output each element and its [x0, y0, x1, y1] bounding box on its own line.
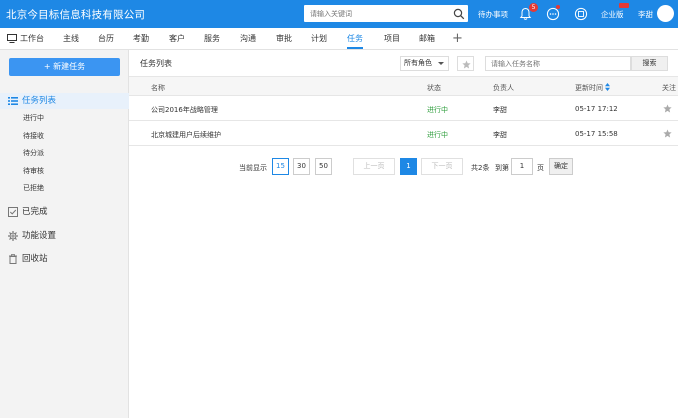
todo-link[interactable]: 待办事项 — [478, 9, 508, 20]
sidebar: + 新建任务 任务列表 进行中 待接收 待分派 待审核 已拒绝 已完成 功能设置… — [0, 50, 129, 418]
global-search-input[interactable] — [304, 5, 444, 22]
nav-item-project[interactable]: 项目 — [384, 28, 400, 49]
notification-badge: 5 — [529, 3, 538, 12]
sidebar-item-label: 已完成 — [22, 207, 48, 217]
checkbox-icon — [8, 207, 18, 217]
page-title: 任务列表 — [140, 59, 172, 68]
user-name[interactable]: 李甜 — [638, 9, 653, 20]
nav-item-mail[interactable]: 邮箱 — [419, 28, 435, 49]
goto-page-input[interactable]: 1 — [511, 158, 533, 175]
global-search[interactable] — [304, 5, 468, 22]
role-select-value: 所有角色 — [404, 59, 432, 67]
nav-item-approval[interactable]: 审批 — [276, 28, 292, 49]
list-icon — [8, 97, 18, 105]
main-content: 任务列表 所有角色 搜索 名称 状态 负责人 更新时间 关注 公司2016年战略… — [129, 50, 678, 418]
role-select[interactable]: 所有角色 — [400, 56, 449, 71]
search-icon[interactable] — [453, 8, 465, 20]
task-owner: 李甜 — [493, 131, 507, 139]
page-number-current[interactable]: 1 — [400, 158, 417, 175]
task-updated: 05-17 17:12 — [575, 105, 618, 113]
task-status: 进行中 — [427, 106, 448, 114]
goto-label: 到第 — [495, 164, 509, 172]
favorite-filter-button[interactable] — [457, 56, 474, 71]
col-updated[interactable]: 更新时间 — [575, 83, 603, 93]
col-name[interactable]: 名称 — [151, 83, 165, 93]
sidebar-item-label: 任务列表 — [22, 96, 57, 106]
sidebar-sub-pending-assign[interactable]: 待分派 — [23, 148, 44, 158]
sidebar-item-label: 回收站 — [22, 254, 48, 264]
new-tag — [619, 3, 629, 8]
col-status[interactable]: 状态 — [427, 83, 441, 93]
sidebar-sub-pending-accept[interactable]: 待接收 — [23, 131, 44, 141]
total-count: 共2条 — [471, 164, 490, 172]
top-bar: 北京今目标信息科技有限公司 待办事项 5 企业版 李甜 — [0, 0, 678, 28]
chat-unread-dot — [556, 5, 560, 9]
nav-item-task[interactable]: 任务 — [347, 28, 363, 49]
table-row[interactable]: 公司2016年战略管理 进行中 李甜 05-17 17:12 — [129, 97, 678, 121]
page-size-30[interactable]: 30 — [293, 158, 310, 175]
chevron-down-icon — [438, 62, 444, 65]
nav-item-attendance[interactable]: 考勤 — [133, 28, 149, 49]
col-follow[interactable]: 关注 — [662, 83, 676, 93]
sort-icon[interactable] — [605, 83, 610, 91]
page-size-label: 当前显示 — [239, 164, 267, 172]
nav-item-service[interactable]: 服务 — [204, 28, 220, 49]
desktop-icon — [7, 34, 17, 43]
sidebar-item-label: 功能设置 — [22, 231, 57, 241]
page-size-15[interactable]: 15 — [272, 158, 289, 175]
task-name[interactable]: 北京城建用户后续维护 — [151, 130, 221, 140]
task-updated: 05-17 15:58 — [575, 130, 618, 138]
app-circle-icon[interactable] — [574, 7, 588, 21]
nav-item-workbench[interactable]: 工作台 — [20, 28, 44, 49]
nav-item-plan[interactable]: 计划 — [311, 28, 327, 49]
task-search-input[interactable] — [486, 57, 626, 70]
add-nav-icon[interactable]: + — [452, 31, 463, 46]
prev-page-button[interactable]: 上一页 — [353, 158, 395, 175]
star-icon[interactable] — [663, 129, 672, 138]
next-page-button[interactable]: 下一页 — [421, 158, 463, 175]
star-icon — [462, 60, 471, 69]
col-owner[interactable]: 负责人 — [493, 83, 514, 93]
search-button[interactable]: 搜索 — [631, 56, 668, 71]
nav-item-communication[interactable]: 沟通 — [240, 28, 256, 49]
sidebar-sub-rejected[interactable]: 已拒绝 — [23, 183, 44, 193]
goto-confirm-button[interactable]: 确定 — [549, 158, 573, 175]
sidebar-item-task-list[interactable]: 任务列表 — [0, 93, 129, 109]
task-status: 进行中 — [427, 131, 448, 139]
sidebar-item-recycle[interactable]: 回收站 — [0, 251, 129, 267]
table-row[interactable]: 北京城建用户后续维护 进行中 李甜 05-17 15:58 — [129, 122, 678, 146]
page-unit-label: 页 — [537, 164, 544, 172]
sidebar-item-settings[interactable]: 功能设置 — [0, 228, 129, 244]
enterprise-link[interactable]: 企业版 — [601, 9, 624, 20]
main-nav: 工作台 主线 台历 考勤 客户 服务 沟通 审批 计划 任务 项目 邮箱 + — [0, 28, 678, 50]
nav-item-customer[interactable]: 客户 — [169, 28, 185, 49]
sidebar-sub-in-progress[interactable]: 进行中 — [23, 113, 44, 123]
task-search[interactable] — [485, 56, 631, 71]
task-owner: 李甜 — [493, 106, 507, 114]
sidebar-item-completed[interactable]: 已完成 — [0, 204, 129, 220]
chat-icon[interactable] — [546, 7, 560, 21]
star-icon[interactable] — [663, 104, 672, 113]
page-size-50[interactable]: 50 — [315, 158, 332, 175]
new-task-button[interactable]: + 新建任务 — [9, 58, 120, 76]
avatar[interactable] — [657, 5, 674, 22]
company-name: 北京今目标信息科技有限公司 — [6, 9, 146, 21]
trash-icon — [9, 254, 17, 264]
nav-item-calendar[interactable]: 台历 — [98, 28, 114, 49]
sidebar-sub-pending-review[interactable]: 待审核 — [23, 166, 44, 176]
nav-item-mainline[interactable]: 主线 — [63, 28, 79, 49]
gear-icon — [8, 231, 18, 241]
task-name[interactable]: 公司2016年战略管理 — [151, 105, 218, 115]
table-header: 名称 状态 负责人 更新时间 关注 — [129, 76, 678, 96]
